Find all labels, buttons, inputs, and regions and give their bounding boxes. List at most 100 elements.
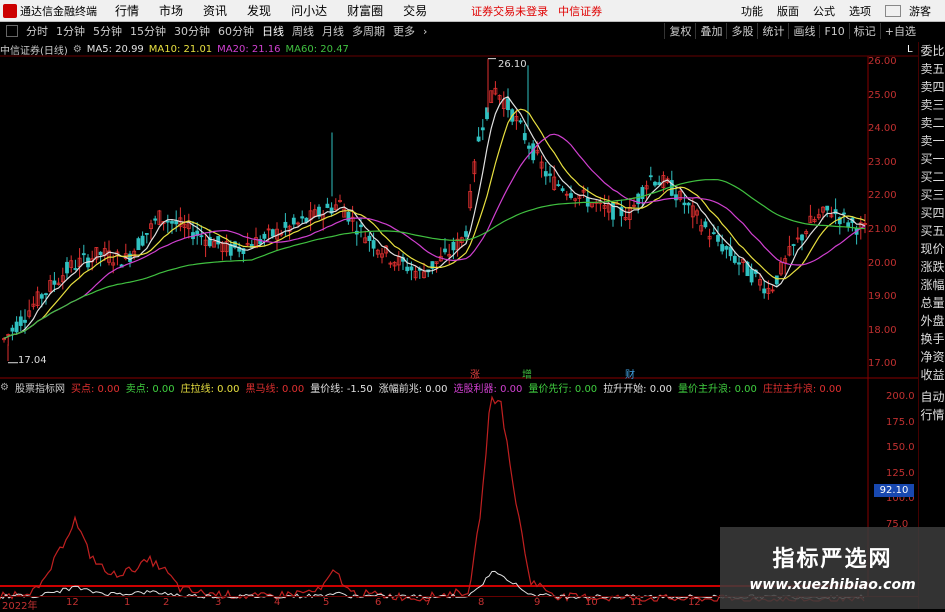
watermark-url: www.xuezhibiao.com (749, 577, 916, 593)
sidebar-item[interactable]: 买一 (919, 150, 945, 168)
indicator-rise-omen: 涨幅前兆: 0.00 (378, 383, 448, 395)
candle-body (732, 255, 737, 263)
price-tick: 23.00 (868, 156, 897, 168)
candle-body (216, 236, 221, 245)
candle-body (153, 218, 158, 221)
price-tick: 18.00 (868, 324, 897, 336)
price-tick: 26.00 (868, 56, 897, 67)
indicator-dark-horse: 黑马线: 0.00 (245, 383, 305, 395)
sidebar-item[interactable]: 买四 (919, 204, 945, 222)
price-tick: 24.00 (868, 123, 897, 135)
candle-body (724, 246, 729, 250)
indicator-volume-lead: 量价先行: 0.00 (528, 383, 598, 395)
sidebar-item[interactable]: 涨跌 (919, 258, 945, 276)
candle-body (543, 171, 548, 177)
price-tick: 19.00 (868, 291, 897, 303)
candle-body (749, 268, 754, 283)
indicator-gear-icon[interactable]: ⚙ (0, 382, 9, 393)
sidebar-item[interactable]: 收益 (919, 366, 945, 384)
candle-body (405, 266, 410, 272)
candle-body (262, 233, 267, 239)
sidebar-item[interactable]: 委比 (919, 42, 945, 60)
candle-body (283, 221, 288, 228)
candle-body (674, 194, 678, 201)
sidebar-item[interactable]: 卖三 (919, 96, 945, 114)
candle-body (569, 193, 573, 198)
watermark: 指标严选网 www.xuezhibiao.com (720, 527, 945, 609)
sidebar-item[interactable]: 行情 (919, 406, 945, 424)
candle-body (703, 221, 708, 228)
candle-body (52, 280, 57, 285)
candle-body (325, 203, 330, 208)
date-tick: 11 (630, 597, 643, 608)
candle-body (653, 181, 657, 186)
candle-body (359, 224, 363, 228)
date-tick: 3 (215, 597, 222, 608)
candle-body (346, 212, 351, 222)
sidebar-item[interactable]: 卖四 (919, 78, 945, 96)
candle-body (81, 253, 86, 256)
candle-body (144, 233, 149, 235)
price-tick: 22.00 (868, 190, 897, 202)
date-tick: 6 (375, 597, 382, 608)
date-tick: 1 (124, 597, 131, 608)
candle-body (774, 275, 779, 285)
candle-body (846, 222, 851, 228)
sidebar-item[interactable]: 卖五 (919, 60, 945, 78)
indicator-current-value: 92.10 (874, 484, 914, 497)
candle-body (443, 248, 447, 253)
candle-body (65, 261, 69, 274)
indicator-main-wave: 量价主升浪: 0.00 (678, 383, 757, 395)
sidebar-item[interactable]: 涨幅 (919, 276, 945, 294)
candle-body (10, 327, 15, 332)
sidebar-item[interactable]: 外盘 (919, 312, 945, 330)
sidebar-item[interactable]: 买三 (919, 186, 945, 204)
candle-body (199, 235, 204, 238)
candle-body (174, 220, 179, 225)
candle-body (98, 251, 103, 256)
low-price-label: 17.04 (18, 355, 47, 366)
sidebar-item[interactable]: 总量 (919, 294, 945, 312)
ma10-line (3, 108, 866, 340)
quote-sidebar: 委比 卖五 卖四 卖三 卖二 卖一 买一 买二 买三 买四 买五 现价 涨跌 涨幅 总量 外盘 换手 净资 收益自动… (918, 42, 945, 609)
candle-body (39, 294, 44, 299)
watermark-title: 指标严选网 (772, 547, 893, 572)
sidebar-item[interactable]: 卖一 (919, 132, 945, 150)
kline-chart[interactable] (0, 0, 918, 609)
candle-body (170, 221, 174, 224)
candle-body (165, 220, 170, 223)
indicator-rally-start: 拉升开始: 0.00 (603, 383, 673, 395)
sidebar-item[interactable]: 买五 (919, 222, 945, 240)
candle-body (136, 238, 141, 251)
candle-body (737, 262, 741, 265)
date-tick: 5 (323, 597, 330, 608)
candle-body (791, 244, 796, 246)
candle-body (527, 145, 531, 149)
candle-body (371, 240, 376, 249)
sidebar-item[interactable]: 自动 (919, 388, 945, 406)
candle-body (522, 133, 527, 141)
candle-body (825, 205, 830, 211)
sidebar-item[interactable]: 买二 (919, 168, 945, 186)
candle-body (14, 321, 19, 333)
candle-body (464, 231, 468, 237)
candle-body (480, 127, 485, 131)
date-tick: 7 (425, 597, 432, 608)
candle-body (556, 184, 561, 187)
candle-body (518, 120, 523, 123)
sidebar-item[interactable]: 净资 (919, 348, 945, 366)
sidebar-item[interactable]: 换手 (919, 330, 945, 348)
date-tick: 2022年 (2, 601, 38, 612)
date-tick: 10 (585, 597, 598, 608)
candle-body (44, 293, 48, 296)
candle-body (409, 266, 414, 271)
candle-body (23, 319, 27, 323)
indicator-name[interactable]: 股票指标网 (15, 380, 65, 395)
candle-body (762, 288, 767, 294)
candle-body (648, 175, 653, 178)
candle-body (686, 202, 691, 206)
high-price-label: 26.10 (498, 59, 527, 70)
sidebar-item[interactable]: 卖二 (919, 114, 945, 132)
indicator-sell: 卖点: 0.00 (125, 383, 175, 395)
sidebar-item[interactable]: 现价 (919, 240, 945, 258)
